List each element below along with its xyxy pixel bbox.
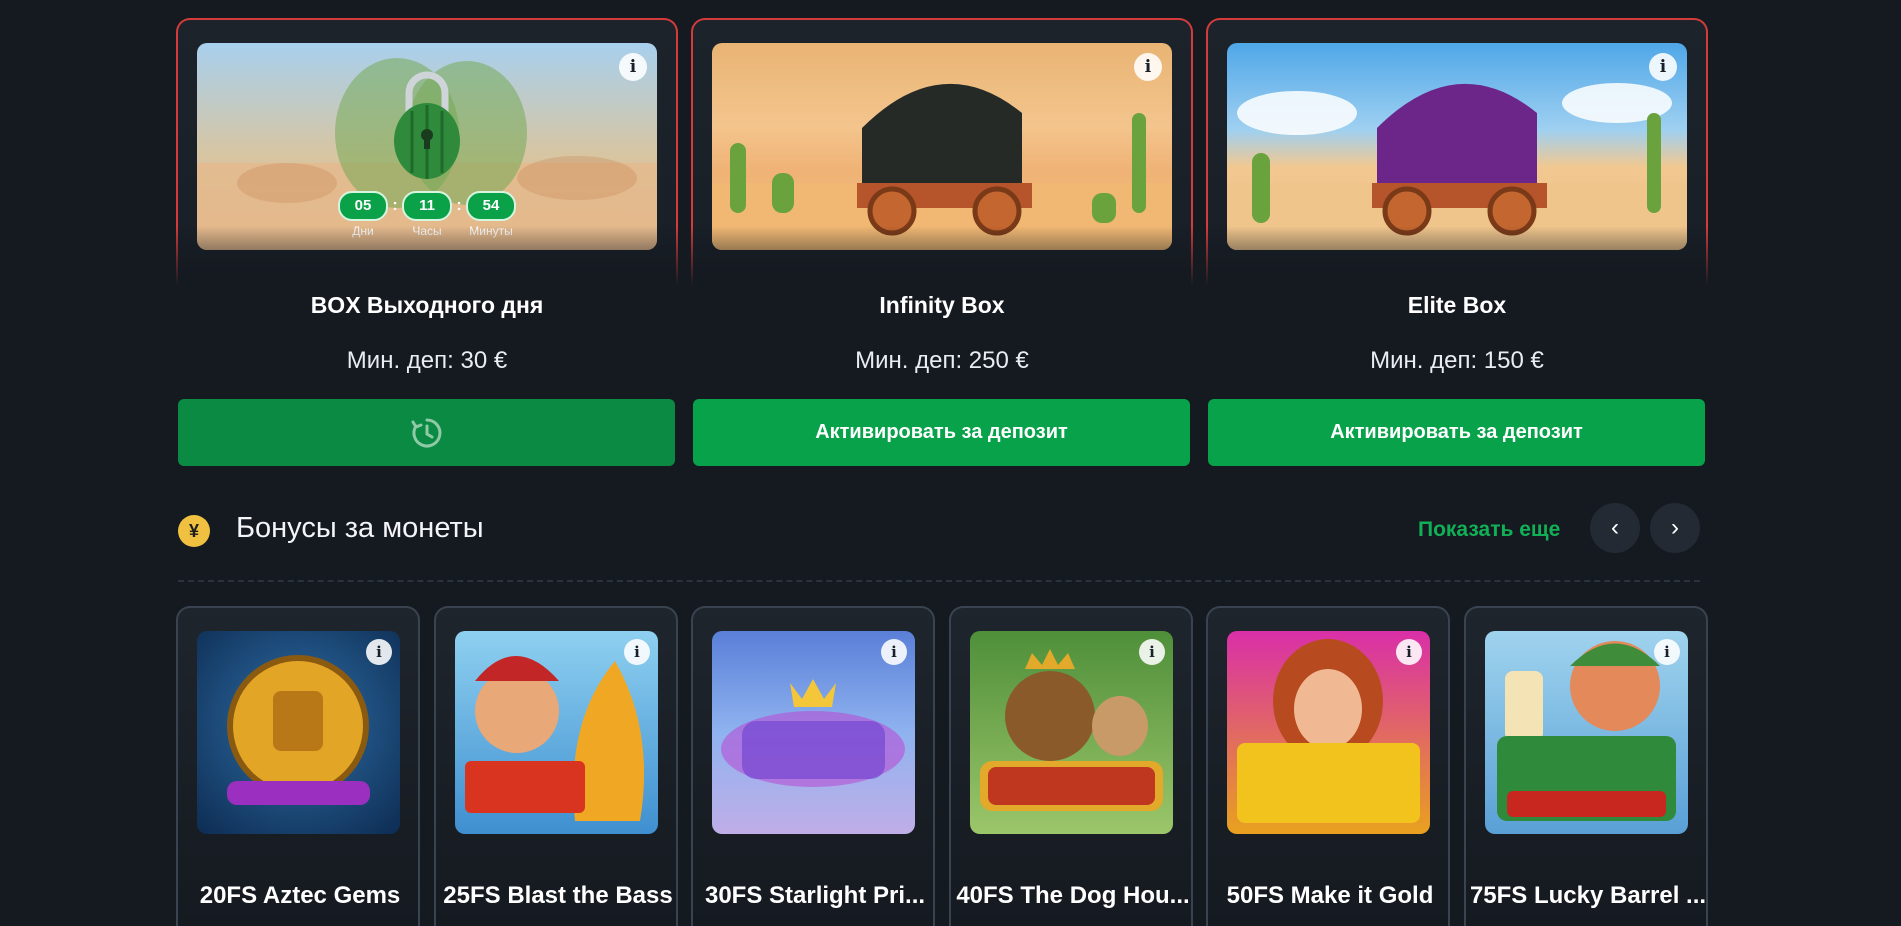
box-card-weekend[interactable]: 05 Дни:11 Часы:54 Минуты i	[176, 18, 678, 286]
timer-separator: :	[456, 197, 462, 214]
bonus-image-lucky-barrel: i	[1485, 631, 1688, 834]
next-button[interactable]: ›	[1650, 503, 1700, 553]
timer-minutes-label: Минуты	[469, 224, 513, 238]
section-divider	[178, 580, 1700, 582]
infinity-wagon-illustration	[712, 83, 1172, 250]
bonus-card[interactable]: i 75FS Lucky Barrel ...	[1464, 606, 1708, 926]
bonus-card[interactable]: i 40FS The Dog Hou...	[949, 606, 1193, 926]
countdown-timer: 05 Дни:11 Часы:54 Минуты	[197, 191, 657, 238]
timer-days: 05	[338, 191, 388, 221]
bonus-card[interactable]: i 25FS Blast the Bass	[434, 606, 678, 926]
activate-deposit-button[interactable]: Активировать за депозит	[1208, 399, 1705, 466]
info-icon[interactable]: i	[624, 639, 650, 665]
coin-icon: ¥	[178, 515, 210, 547]
timer-separator: :	[392, 197, 398, 214]
bonus-card[interactable]: i 20FS Aztec Gems	[176, 606, 420, 926]
bonus-image-make-it-gold: i	[1227, 631, 1430, 834]
info-icon[interactable]: i	[1649, 53, 1677, 81]
box-min-deposit: Мин. деп: 250 €	[855, 347, 1029, 374]
bonus-image-blast-the-bass: i	[455, 631, 658, 834]
box-image-weekend: 05 Дни:11 Часы:54 Минуты i	[197, 43, 657, 250]
chevron-left-icon: ‹	[1611, 514, 1619, 541]
elite-wagon-illustration	[1227, 83, 1687, 250]
info-icon[interactable]: i	[1396, 639, 1422, 665]
info-icon[interactable]: i	[619, 53, 647, 81]
bonus-title: 75FS Lucky Barrel ...	[1469, 882, 1707, 909]
bonus-title: 25FS Blast the Bass	[443, 882, 673, 909]
bonus-title: 50FS Make it Gold	[1226, 882, 1434, 909]
info-icon[interactable]: i	[1134, 53, 1162, 81]
info-icon[interactable]: i	[1654, 639, 1680, 665]
info-icon[interactable]: i	[881, 639, 907, 665]
box-title: Infinity Box	[879, 292, 1005, 318]
timer-days-label: Дни	[352, 224, 374, 238]
box-title: Elite Box	[1407, 292, 1507, 318]
bonus-image-aztec-gems: i	[197, 631, 400, 834]
section-title: Бонусы за монеты	[236, 512, 484, 544]
box-min-deposit: Мин. деп: 150 €	[1370, 347, 1544, 374]
box-min-deposit: Мин. деп: 30 €	[346, 347, 508, 374]
info-icon[interactable]: i	[1139, 639, 1165, 665]
box-image-infinity: i	[712, 43, 1172, 250]
bonus-card[interactable]: i 50FS Make it Gold	[1206, 606, 1450, 926]
info-icon[interactable]: i	[366, 639, 392, 665]
box-timer-button[interactable]	[178, 399, 675, 466]
timer-minutes: 54	[466, 191, 516, 221]
bonus-image-starlight-princess: i	[712, 631, 915, 834]
timer-hours-label: Часы	[412, 224, 442, 238]
prev-button[interactable]: ‹	[1590, 503, 1640, 553]
box-card-elite[interactable]: i	[1206, 18, 1708, 286]
show-more-link[interactable]: Показать еще	[1418, 518, 1560, 542]
box-card-infinity[interactable]: i	[691, 18, 1193, 286]
clock-icon	[411, 418, 441, 448]
bonus-card[interactable]: i 30FS Starlight Pri...	[691, 606, 935, 926]
activate-deposit-button[interactable]: Активировать за депозит	[693, 399, 1190, 466]
box-title: BOX Выходного дня	[310, 292, 544, 318]
bonus-title: 30FS Starlight Pri...	[704, 882, 926, 909]
bonus-image-dog-house: i	[970, 631, 1173, 834]
bonus-title: 40FS The Dog Hou...	[956, 882, 1190, 909]
timer-hours: 11	[402, 191, 452, 221]
bonus-title: 20FS Aztec Gems	[199, 882, 401, 909]
chevron-right-icon: ›	[1671, 514, 1679, 541]
box-image-elite: i	[1227, 43, 1687, 250]
